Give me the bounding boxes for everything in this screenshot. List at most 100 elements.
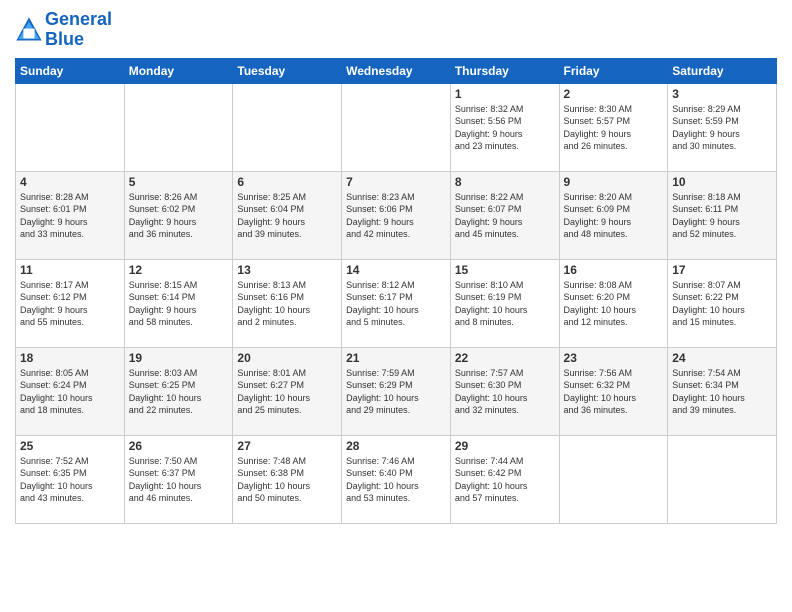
logo-text: General Blue (45, 10, 112, 50)
header-row: SundayMondayTuesdayWednesdayThursdayFrid… (16, 58, 777, 83)
calendar-cell: 2 Sunrise: 8:30 AM Sunset: 5:57 PM Daylig… (559, 83, 668, 171)
calendar-cell: 5 Sunrise: 8:26 AM Sunset: 6:02 PM Daylig… (124, 171, 233, 259)
day-header-saturday: Saturday (668, 58, 777, 83)
day-header-friday: Friday (559, 58, 668, 83)
day-info: Sunrise: 7:52 AM Sunset: 6:35 PM Dayligh… (20, 455, 120, 505)
day-number: 28 (346, 439, 446, 453)
day-number: 25 (20, 439, 120, 453)
day-info: Sunrise: 8:17 AM Sunset: 6:12 PM Dayligh… (20, 279, 120, 329)
day-info: Sunrise: 8:13 AM Sunset: 6:16 PM Dayligh… (237, 279, 337, 329)
day-number: 14 (346, 263, 446, 277)
day-number: 13 (237, 263, 337, 277)
calendar-cell: 26Sunrise: 7:50 AM Sunset: 6:37 PM Dayli… (124, 435, 233, 523)
day-info: Sunrise: 8:28 AM Sunset: 6:01 PM Dayligh… (20, 191, 120, 241)
day-info: Sunrise: 7:59 AM Sunset: 6:29 PM Dayligh… (346, 367, 446, 417)
calendar-cell: 7 Sunrise: 8:23 AM Sunset: 6:06 PM Daylig… (342, 171, 451, 259)
calendar-cell: 9 Sunrise: 8:20 AM Sunset: 6:09 PM Daylig… (559, 171, 668, 259)
calendar-cell: 3Sunrise: 8:29 AM Sunset: 5:59 PM Daylig… (668, 83, 777, 171)
calendar-table: SundayMondayTuesdayWednesdayThursdayFrid… (15, 58, 777, 524)
day-number: 7 (346, 175, 446, 189)
day-info: Sunrise: 7:50 AM Sunset: 6:37 PM Dayligh… (129, 455, 229, 505)
day-header-monday: Monday (124, 58, 233, 83)
calendar-week-2: 4 Sunrise: 8:28 AM Sunset: 6:01 PM Daylig… (16, 171, 777, 259)
day-info: Sunrise: 8:20 AM Sunset: 6:09 PM Dayligh… (564, 191, 664, 241)
calendar-cell (342, 83, 451, 171)
calendar-cell: 18Sunrise: 8:05 AM Sunset: 6:24 PM Dayli… (16, 347, 125, 435)
day-number: 8 (455, 175, 555, 189)
day-info: Sunrise: 8:07 AM Sunset: 6:22 PM Dayligh… (672, 279, 772, 329)
day-header-wednesday: Wednesday (342, 58, 451, 83)
day-info: Sunrise: 7:54 AM Sunset: 6:34 PM Dayligh… (672, 367, 772, 417)
calendar-cell (16, 83, 125, 171)
day-number: 29 (455, 439, 555, 453)
day-header-sunday: Sunday (16, 58, 125, 83)
day-info: Sunrise: 8:22 AM Sunset: 6:07 PM Dayligh… (455, 191, 555, 241)
calendar-cell: 12 Sunrise: 8:15 AM Sunset: 6:14 PM Dayli… (124, 259, 233, 347)
calendar-cell (233, 83, 342, 171)
day-number: 20 (237, 351, 337, 365)
day-info: Sunrise: 7:44 AM Sunset: 6:42 PM Dayligh… (455, 455, 555, 505)
calendar-cell: 14Sunrise: 8:12 AM Sunset: 6:17 PM Dayli… (342, 259, 451, 347)
calendar-cell: 8 Sunrise: 8:22 AM Sunset: 6:07 PM Daylig… (450, 171, 559, 259)
day-number: 21 (346, 351, 446, 365)
calendar-week-4: 18Sunrise: 8:05 AM Sunset: 6:24 PM Dayli… (16, 347, 777, 435)
calendar-cell: 1 Sunrise: 8:32 AM Sunset: 5:56 PM Daylig… (450, 83, 559, 171)
logo: General Blue (15, 10, 112, 50)
day-info: Sunrise: 8:32 AM Sunset: 5:56 PM Dayligh… (455, 103, 555, 153)
day-number: 24 (672, 351, 772, 365)
day-info: Sunrise: 8:05 AM Sunset: 6:24 PM Dayligh… (20, 367, 120, 417)
calendar-cell (668, 435, 777, 523)
calendar-cell: 15 Sunrise: 8:10 AM Sunset: 6:19 PM Dayli… (450, 259, 559, 347)
day-info: Sunrise: 8:18 AM Sunset: 6:11 PM Dayligh… (672, 191, 772, 241)
calendar-cell: 6 Sunrise: 8:25 AM Sunset: 6:04 PM Daylig… (233, 171, 342, 259)
day-number: 22 (455, 351, 555, 365)
day-number: 19 (129, 351, 229, 365)
calendar-cell: 25 Sunrise: 7:52 AM Sunset: 6:35 PM Dayli… (16, 435, 125, 523)
calendar-cell: 24 Sunrise: 7:54 AM Sunset: 6:34 PM Dayli… (668, 347, 777, 435)
day-info: Sunrise: 8:26 AM Sunset: 6:02 PM Dayligh… (129, 191, 229, 241)
day-info: Sunrise: 8:10 AM Sunset: 6:19 PM Dayligh… (455, 279, 555, 329)
calendar-cell (124, 83, 233, 171)
day-number: 11 (20, 263, 120, 277)
day-number: 10 (672, 175, 772, 189)
day-header-thursday: Thursday (450, 58, 559, 83)
day-number: 12 (129, 263, 229, 277)
day-info: Sunrise: 8:03 AM Sunset: 6:25 PM Dayligh… (129, 367, 229, 417)
day-info: Sunrise: 8:23 AM Sunset: 6:06 PM Dayligh… (346, 191, 446, 241)
day-number: 17 (672, 263, 772, 277)
day-number: 6 (237, 175, 337, 189)
day-info: Sunrise: 8:30 AM Sunset: 5:57 PM Dayligh… (564, 103, 664, 153)
day-number: 4 (20, 175, 120, 189)
page-container: General Blue SundayMondayTuesdayWednesda… (0, 0, 792, 529)
day-info: Sunrise: 8:08 AM Sunset: 6:20 PM Dayligh… (564, 279, 664, 329)
calendar-cell: 16Sunrise: 8:08 AM Sunset: 6:20 PM Dayli… (559, 259, 668, 347)
logo-icon (15, 16, 43, 44)
day-number: 15 (455, 263, 555, 277)
day-number: 2 (564, 87, 664, 101)
day-info: Sunrise: 7:56 AM Sunset: 6:32 PM Dayligh… (564, 367, 664, 417)
day-info: Sunrise: 8:15 AM Sunset: 6:14 PM Dayligh… (129, 279, 229, 329)
day-info: Sunrise: 8:25 AM Sunset: 6:04 PM Dayligh… (237, 191, 337, 241)
day-info: Sunrise: 8:29 AM Sunset: 5:59 PM Dayligh… (672, 103, 772, 153)
calendar-week-1: 1 Sunrise: 8:32 AM Sunset: 5:56 PM Daylig… (16, 83, 777, 171)
calendar-cell: 10 Sunrise: 8:18 AM Sunset: 6:11 PM Dayli… (668, 171, 777, 259)
calendar-week-5: 25 Sunrise: 7:52 AM Sunset: 6:35 PM Dayli… (16, 435, 777, 523)
calendar-cell: 4 Sunrise: 8:28 AM Sunset: 6:01 PM Daylig… (16, 171, 125, 259)
day-info: Sunrise: 7:46 AM Sunset: 6:40 PM Dayligh… (346, 455, 446, 505)
calendar-cell: 17 Sunrise: 8:07 AM Sunset: 6:22 PM Dayli… (668, 259, 777, 347)
day-number: 9 (564, 175, 664, 189)
day-number: 5 (129, 175, 229, 189)
day-info: Sunrise: 7:48 AM Sunset: 6:38 PM Dayligh… (237, 455, 337, 505)
calendar-cell: 20Sunrise: 8:01 AM Sunset: 6:27 PM Dayli… (233, 347, 342, 435)
calendar-cell: 27 Sunrise: 7:48 AM Sunset: 6:38 PM Dayli… (233, 435, 342, 523)
day-number: 1 (455, 87, 555, 101)
day-header-tuesday: Tuesday (233, 58, 342, 83)
calendar-cell: 22Sunrise: 7:57 AM Sunset: 6:30 PM Dayli… (450, 347, 559, 435)
calendar-cell: 19 Sunrise: 8:03 AM Sunset: 6:25 PM Dayli… (124, 347, 233, 435)
calendar-cell: 11 Sunrise: 8:17 AM Sunset: 6:12 PM Dayli… (16, 259, 125, 347)
day-number: 27 (237, 439, 337, 453)
calendar-week-3: 11 Sunrise: 8:17 AM Sunset: 6:12 PM Dayli… (16, 259, 777, 347)
header: General Blue (15, 10, 777, 50)
day-number: 23 (564, 351, 664, 365)
calendar-cell: 28 Sunrise: 7:46 AM Sunset: 6:40 PM Dayli… (342, 435, 451, 523)
